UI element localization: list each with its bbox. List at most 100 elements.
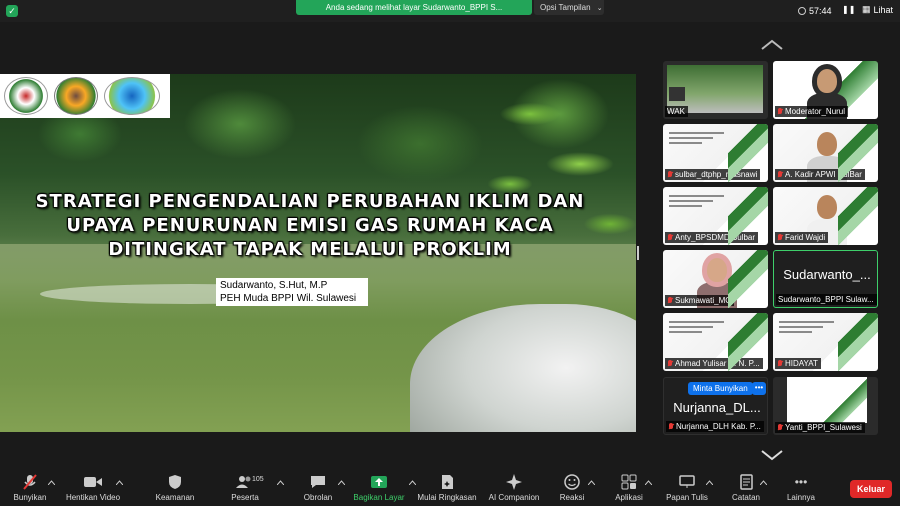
participant-big-name: Nurjanna_DL... bbox=[673, 400, 761, 415]
province-logo bbox=[4, 77, 48, 115]
share-screen-button[interactable]: Bagikan Layar bbox=[344, 474, 414, 502]
unmute-button[interactable]: Bunyikan bbox=[0, 474, 65, 502]
participant-label: Nurjanna_DLH Kab. P... bbox=[666, 421, 764, 432]
mic-muted-icon bbox=[667, 233, 673, 242]
slide-title-line: STRATEGI PENGENDALIAN PERUBAHAN IKLIM DA… bbox=[35, 191, 585, 212]
apps-options-caret[interactable] bbox=[644, 474, 652, 490]
view-button-label: Lihat bbox=[873, 4, 894, 15]
participant-big-name: Sudarwanto_... bbox=[783, 267, 871, 282]
mic-muted-icon bbox=[777, 107, 783, 116]
timer-text: 57:44 bbox=[809, 6, 832, 16]
chat-label: Obrolan bbox=[303, 493, 333, 502]
chevron-up-icon bbox=[644, 474, 652, 490]
resize-handle[interactable] bbox=[637, 246, 639, 260]
smiley-icon bbox=[564, 474, 580, 490]
whiteboard-label: Papan Tulis bbox=[666, 493, 708, 502]
participant-name: Sukmawati_MC bbox=[675, 296, 732, 305]
participant-tile[interactable]: Farid Wajdi bbox=[773, 187, 878, 245]
participant-tile[interactable]: Moderator_Nurul bbox=[773, 61, 878, 119]
slide-thumbnail bbox=[779, 321, 834, 336]
participant-tile[interactable]: Ahmad Yulisar B. N. P... bbox=[663, 313, 768, 371]
share-screen-label: Bagikan Layar bbox=[353, 493, 405, 502]
grid-icon: ▦ bbox=[862, 4, 871, 14]
shared-screen[interactable]: STRATEGI PENGENDALIAN PERUBAHAN IKLIM DA… bbox=[0, 74, 636, 432]
mic-muted-icon bbox=[777, 233, 783, 242]
view-button[interactable]: ▦ Lihat bbox=[862, 4, 893, 15]
participant-tile[interactable]: Yanti_BPPI_Sulawesi bbox=[773, 377, 878, 435]
presenter-role: PEH Muda BPPI Wil. Sulawesi bbox=[220, 293, 357, 304]
slide-title: STRATEGI PENGENDALIAN PERUBAHAN IKLIM DA… bbox=[10, 190, 610, 262]
participant-tile[interactable]: A. Kadir APWI SulBar bbox=[773, 124, 878, 182]
participant-tile[interactable]: sulbar_dtphp_masnawi bbox=[663, 124, 768, 182]
participant-tile[interactable]: HIDAYAT bbox=[773, 313, 878, 371]
document-sparkle-icon bbox=[441, 474, 454, 490]
participant-label: Moderator_Nurul bbox=[775, 106, 849, 117]
participant-label: Ahmad Yulisar B. N. P... bbox=[665, 358, 763, 369]
mic-muted-icon bbox=[668, 422, 674, 431]
participant-label: A. Kadir APWI SulBar bbox=[775, 169, 865, 180]
participant-tile[interactable]: Anty_BPSDMD Sulbar bbox=[663, 187, 768, 245]
more-button[interactable]: ••• Lainnya bbox=[766, 474, 836, 502]
participant-name: Ahmad Yulisar B. N. P... bbox=[675, 359, 760, 368]
slide-thumbnail bbox=[669, 321, 724, 336]
ai-companion-label: AI Companion bbox=[488, 493, 540, 502]
participants-label: Peserta bbox=[231, 493, 259, 502]
participant-name: A. Kadir APWI SulBar bbox=[785, 170, 862, 179]
gallery-up-chevron-icon[interactable] bbox=[760, 38, 784, 50]
video-options-caret[interactable] bbox=[115, 474, 123, 490]
notes-label: Catatan bbox=[731, 493, 761, 502]
chevron-up-icon bbox=[47, 474, 55, 490]
chevron-down-icon: ⌄ bbox=[596, 5, 603, 12]
participant-name: Moderator_Nurul bbox=[785, 107, 846, 116]
slide-thumbnail bbox=[669, 195, 724, 210]
participant-tile[interactable]: Minta Bunyikan ••• Nurjanna_DL... Nurjan… bbox=[663, 377, 768, 435]
proklim-logo bbox=[104, 77, 160, 115]
notes-icon bbox=[739, 474, 753, 490]
more-options-button[interactable]: ••• bbox=[752, 382, 766, 395]
chat-bubble-icon bbox=[310, 474, 326, 490]
mic-muted-icon bbox=[667, 359, 673, 368]
participant-label: sulbar_dtphp_masnawi bbox=[665, 169, 761, 180]
share-screen-icon bbox=[371, 474, 387, 490]
security-label: Keamanan bbox=[155, 493, 195, 502]
participant-label: Farid Wajdi bbox=[775, 232, 829, 243]
participant-name: Sudarwanto_BPPI Sulaw... bbox=[778, 295, 874, 304]
participant-label: Sudarwanto_BPPI Sulaw... bbox=[776, 294, 877, 305]
gallery-down-chevron-icon[interactable] bbox=[760, 448, 784, 461]
meeting-timer: 57:44 bbox=[798, 4, 832, 18]
security-button[interactable]: Keamanan bbox=[140, 474, 210, 502]
encryption-shield-icon[interactable]: ✓ bbox=[6, 5, 18, 17]
participant-tile[interactable]: WAK bbox=[663, 61, 768, 119]
clock-icon bbox=[798, 7, 806, 15]
participant-label: HIDAYAT bbox=[775, 358, 821, 369]
slide-title-line: DITINGKAT TAPAK MELALUI PROKLIM bbox=[108, 239, 512, 260]
participant-name: HIDAYAT bbox=[785, 359, 818, 368]
shield-icon bbox=[168, 474, 182, 490]
participant-name: WAK bbox=[667, 107, 685, 116]
unmute-label: Bunyikan bbox=[13, 493, 47, 502]
participant-tile-active-speaker[interactable]: Sudarwanto_... Sudarwanto_BPPI Sulaw... bbox=[773, 250, 878, 308]
pause-icon[interactable]: ❚❚ bbox=[842, 5, 855, 14]
audio-options-caret[interactable] bbox=[47, 474, 55, 490]
participant-label: Sukmawati_MC bbox=[665, 295, 735, 306]
presenter-name: Sudarwanto, S.Hut, M.P bbox=[220, 280, 328, 291]
participants-count: 105 bbox=[252, 476, 264, 483]
leave-button[interactable]: Keluar bbox=[850, 480, 892, 498]
apps-icon bbox=[621, 474, 637, 490]
slide-thumbnail bbox=[669, 132, 724, 147]
request-unmute-button[interactable]: Minta Bunyikan bbox=[688, 382, 753, 395]
participant-label: WAK bbox=[665, 106, 688, 117]
participant-label: Anty_BPSDMD Sulbar bbox=[665, 232, 759, 243]
mic-muted-icon bbox=[23, 474, 37, 490]
participant-name: Anty_BPSDMD Sulbar bbox=[675, 233, 756, 242]
sharing-banner: Anda sedang melihat layar Sudarwanto_BPP… bbox=[296, 0, 532, 15]
stop-video-label: Hentikan Video bbox=[65, 493, 121, 502]
participants-button[interactable]: 105 Peserta bbox=[210, 474, 280, 502]
view-options-button[interactable]: Opsi Tampilan ⌄ bbox=[534, 0, 604, 15]
sparkle-icon bbox=[506, 474, 522, 490]
start-summary-button[interactable]: Mulai Ringkasan bbox=[412, 474, 482, 502]
view-options-label: Opsi Tampilan bbox=[540, 3, 591, 12]
start-summary-label: Mulai Ringkasan bbox=[417, 493, 477, 502]
whiteboard-icon bbox=[679, 474, 695, 490]
participant-tile[interactable]: Sukmawati_MC bbox=[663, 250, 768, 308]
